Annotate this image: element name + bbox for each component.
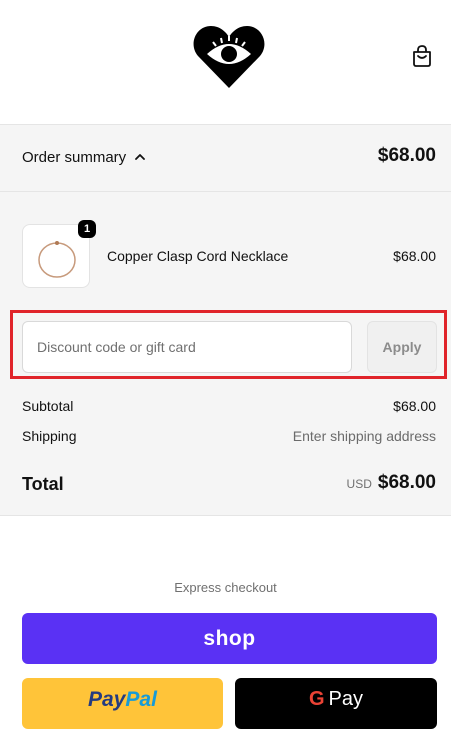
shopping-bag-icon[interactable] <box>411 44 433 68</box>
subtotal-value: $68.00 <box>393 398 436 414</box>
total-value-group: USD $68.00 <box>347 472 436 494</box>
shop-pay-label: shop <box>203 626 256 650</box>
google-pay-label: Pay <box>328 688 364 710</box>
necklace-icon <box>38 241 76 278</box>
apply-discount-button[interactable]: Apply <box>367 321 437 373</box>
chevron-up-icon <box>135 154 145 160</box>
google-g-icon: G <box>308 688 325 710</box>
shipping-label: Shipping <box>22 428 77 444</box>
shop-pay-button[interactable]: shop <box>22 613 437 664</box>
product-name: Copper Clasp Cord Necklace <box>107 248 289 264</box>
order-summary-panel: 1 Copper Clasp Cord Necklace $68.00 Appl… <box>0 192 451 516</box>
quantity-badge: 1 <box>78 220 96 238</box>
order-summary-label: Order summary <box>22 149 127 166</box>
express-checkout-heading: Express checkout <box>174 580 277 595</box>
product-price: $68.00 <box>393 248 436 264</box>
shipping-value: Enter shipping address <box>292 428 436 444</box>
order-summary-total: $68.00 <box>377 145 436 166</box>
order-summary-toggle[interactable]: Order summary $68.00 <box>0 125 451 192</box>
currency-code: USD <box>346 477 372 491</box>
discount-code-input[interactable] <box>22 321 352 373</box>
paypal-logo: PayPal <box>88 688 157 711</box>
total-label: Total <box>22 474 64 494</box>
google-pay-button[interactable]: G Pay <box>235 678 437 729</box>
total-amount: $68.00 <box>377 472 436 493</box>
subtotal-label: Subtotal <box>22 398 74 414</box>
heart-eye-logo-icon[interactable] <box>193 24 265 90</box>
checkout-header <box>0 0 451 125</box>
paypal-button[interactable]: PayPal <box>22 678 223 729</box>
